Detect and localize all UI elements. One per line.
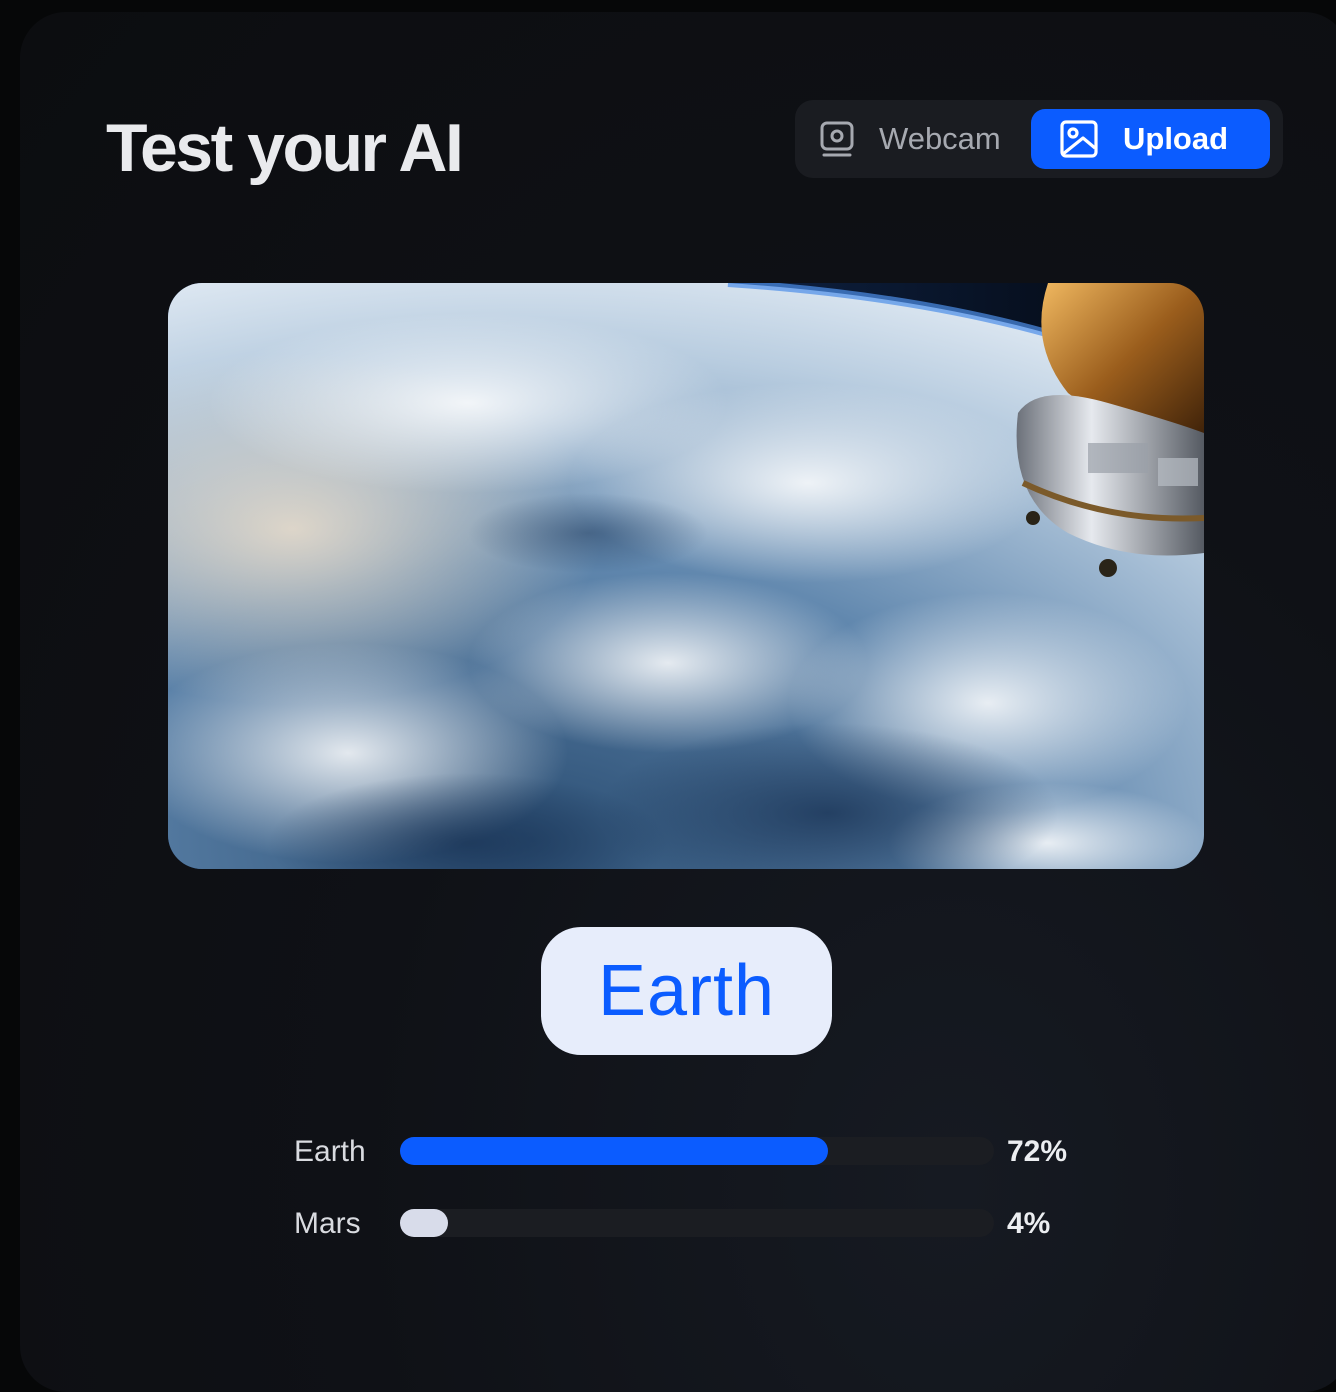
confidence-row-mars: Mars 4%: [294, 1203, 1094, 1243]
confidence-track: [400, 1137, 994, 1165]
confidence-bar-mars: [400, 1209, 448, 1237]
source-toggle: Webcam Upload: [795, 100, 1283, 178]
preview-image: [168, 283, 1204, 869]
confidence-value: 72%: [1007, 1135, 1068, 1168]
upload-tab[interactable]: Upload: [1031, 109, 1270, 169]
webcam-icon: [815, 117, 859, 161]
upload-label: Upload: [1123, 121, 1229, 156]
webcam-label: Webcam: [879, 121, 1001, 156]
image-icon: [1057, 117, 1101, 161]
confidence-track: [400, 1209, 994, 1237]
confidence-label: Mars: [294, 1207, 361, 1240]
confidence-value: 4%: [1007, 1207, 1051, 1240]
test-ai-card: Test your AI Webcam Upload Earth Earth 7…: [20, 12, 1336, 1392]
prediction-badge: Earth: [541, 927, 832, 1055]
page-title: Test your AI: [106, 110, 464, 186]
webcam-tab[interactable]: Webcam: [803, 109, 1028, 169]
confidence-bar-earth: [400, 1137, 828, 1165]
confidence-row-earth: Earth 72%: [294, 1131, 1094, 1171]
confidence-label: Earth: [294, 1135, 366, 1168]
